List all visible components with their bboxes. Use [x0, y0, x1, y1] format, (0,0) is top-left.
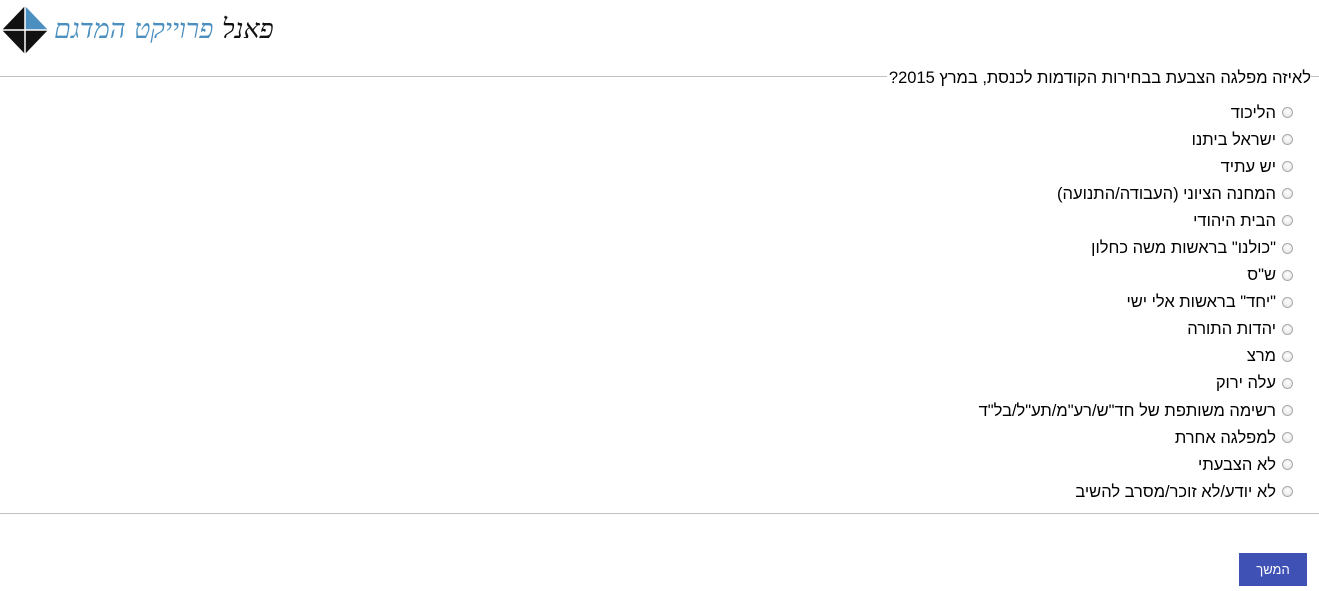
option-row[interactable]: "כולנו" בראשות משה כחלון — [979, 234, 1293, 261]
logo-diamond-icon — [2, 6, 48, 54]
radio-button[interactable] — [1282, 405, 1293, 417]
option-row[interactable]: למפלגה אחרת — [979, 424, 1293, 451]
option-row[interactable]: ש"ס — [979, 262, 1293, 289]
option-label[interactable]: לא הצבעתי — [1198, 455, 1276, 475]
option-label[interactable]: הבית היהודי — [1193, 211, 1276, 231]
option-row[interactable]: יש עתיד — [979, 153, 1293, 180]
logo: פאנל פרוייקט המדגם — [2, 6, 274, 56]
option-label[interactable]: עלה ירוק — [1216, 373, 1276, 393]
radio-button[interactable] — [1282, 350, 1293, 362]
logo-text: פאנל פרוייקט המדגם — [54, 14, 274, 45]
option-label[interactable]: המחנה הציוני (העבודה/התנועה) — [1057, 184, 1276, 204]
radio-button[interactable] — [1282, 107, 1293, 119]
option-label[interactable]: רשימה משותפת של חד"ש/רע"מ/תע"ל/בל"ד — [979, 401, 1276, 421]
radio-button[interactable] — [1282, 296, 1293, 308]
option-row[interactable]: מרצ — [979, 343, 1293, 370]
radio-button[interactable] — [1282, 432, 1293, 444]
option-row[interactable]: רשימה משותפת של חד"ש/רע"מ/תע"ל/בל"ד — [979, 397, 1293, 424]
option-label[interactable]: יהדות התורה — [1187, 319, 1276, 339]
option-row[interactable]: ישראל ביתנו — [979, 126, 1293, 153]
option-row[interactable]: לא יודע/לא זוכר/מסרב להשיב — [979, 478, 1293, 505]
option-row[interactable]: הבית היהודי — [979, 207, 1293, 234]
option-label[interactable]: "כולנו" בראשות משה כחלון — [1091, 238, 1276, 258]
option-label[interactable]: מרצ — [1247, 346, 1276, 366]
radio-button[interactable] — [1282, 459, 1293, 471]
option-label[interactable]: לא יודע/לא זוכר/מסרב להשיב — [1075, 482, 1276, 502]
radio-button[interactable] — [1282, 242, 1293, 254]
radio-button[interactable] — [1282, 215, 1293, 227]
option-row[interactable]: הליכוד — [979, 99, 1293, 126]
question-text: לאיזה מפלגה הצבעת בבחירות הקודמות לכנסת,… — [886, 68, 1311, 88]
continue-button[interactable]: המשך — [1239, 553, 1307, 586]
option-row[interactable]: "יחד" בראשות אלי ישי — [979, 289, 1293, 316]
radio-button[interactable] — [1282, 134, 1293, 146]
option-label[interactable]: ישראל ביתנו — [1192, 130, 1276, 150]
option-row[interactable]: המחנה הציוני (העבודה/התנועה) — [979, 180, 1293, 207]
options-list: הליכוד ישראל ביתנו יש עתיד המחנה הציוני … — [979, 99, 1293, 505]
radio-button[interactable] — [1282, 269, 1293, 281]
option-row[interactable]: יהדות התורה — [979, 316, 1293, 343]
option-label[interactable]: למפלגה אחרת — [1175, 428, 1276, 448]
option-label[interactable]: הליכוד — [1231, 103, 1276, 123]
option-label[interactable]: יש עתיד — [1221, 157, 1276, 177]
option-label[interactable]: ש"ס — [1247, 265, 1276, 285]
option-row[interactable]: עלה ירוק — [979, 370, 1293, 397]
logo-text-word-2: פרוייקט המדגם — [54, 14, 214, 45]
radio-button[interactable] — [1282, 161, 1293, 173]
question-fieldset: לאיזה מפלגה הצבעת בבחירות הקודמות לכנסת,… — [0, 68, 1319, 514]
radio-button[interactable] — [1282, 323, 1293, 335]
radio-button[interactable] — [1282, 377, 1293, 389]
logo-text-word-1: פאנל — [221, 14, 274, 45]
option-label[interactable]: "יחד" בראשות אלי ישי — [1126, 292, 1276, 312]
radio-button[interactable] — [1282, 188, 1293, 200]
option-row[interactable]: לא הצבעתי — [979, 451, 1293, 478]
radio-button[interactable] — [1282, 486, 1293, 498]
